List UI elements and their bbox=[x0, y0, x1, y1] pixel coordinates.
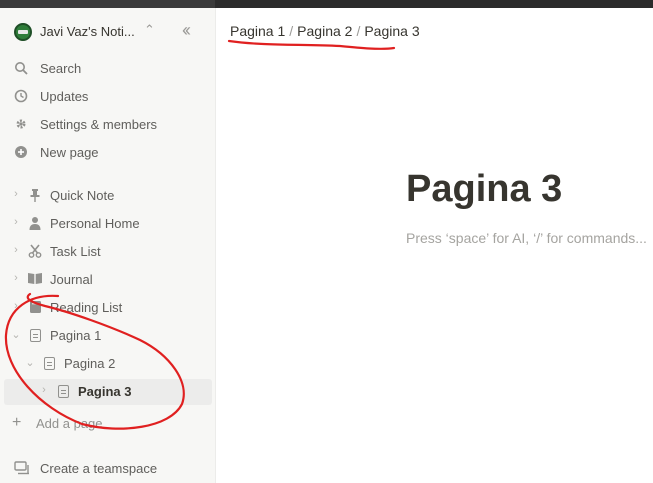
chevron-down-icon[interactable]: ⌄ bbox=[10, 328, 22, 341]
person-icon bbox=[27, 216, 43, 232]
nav-search-label: Search bbox=[40, 61, 82, 76]
create-teamspace-button[interactable]: Create a teamspace bbox=[0, 456, 216, 482]
search-icon bbox=[13, 61, 29, 77]
pin-icon bbox=[27, 188, 43, 204]
main-content: Pagina 1/Pagina 2/Pagina 3 Pagina 3 Pres… bbox=[216, 8, 653, 483]
sidebar-page-label: Pagina 2 bbox=[64, 356, 116, 371]
breadcrumb-separator: / bbox=[289, 23, 294, 39]
breadcrumb: Pagina 1/Pagina 2/Pagina 3 bbox=[230, 23, 420, 39]
document-icon bbox=[27, 328, 43, 344]
window-top-strip-left bbox=[0, 0, 215, 8]
plus-circle-icon bbox=[13, 145, 29, 161]
breadcrumb-pagina-1[interactable]: Pagina 1 bbox=[230, 23, 285, 39]
sidebar-page-pagina-2[interactable]: ⌄ Pagina 2 bbox=[0, 351, 216, 377]
sidebar-page-journal[interactable]: › Journal bbox=[0, 267, 216, 293]
sidebar-page-pagina-3[interactable]: › Pagina 3 bbox=[4, 379, 212, 405]
teamspace-icon bbox=[14, 461, 30, 475]
sidebar: Javi Vaz's Noti... ⌃ ‹‹ Search Updates S… bbox=[0, 8, 216, 483]
workspace-logo-icon bbox=[14, 23, 32, 41]
nav-updates-label: Updates bbox=[40, 89, 89, 104]
chevron-right-icon[interactable]: › bbox=[10, 300, 22, 312]
document-icon bbox=[55, 384, 71, 400]
chevron-right-icon[interactable]: › bbox=[10, 244, 22, 256]
nav-new-page-label: New page bbox=[40, 145, 99, 160]
sidebar-page-personal-home[interactable]: › Personal Home bbox=[0, 211, 216, 237]
sidebar-page-label: Pagina 1 bbox=[50, 328, 102, 343]
sidebar-page-label: Reading List bbox=[50, 300, 123, 315]
nav-settings[interactable]: Settings & members bbox=[0, 112, 216, 138]
workspace-name: Javi Vaz's Noti... bbox=[40, 24, 135, 39]
workspace-switcher[interactable]: Javi Vaz's Noti... ⌃ ‹‹ bbox=[0, 20, 216, 44]
nav-new-page[interactable]: New page bbox=[0, 140, 216, 166]
sidebar-page-label: Pagina 3 bbox=[78, 384, 132, 399]
chevron-right-icon[interactable]: › bbox=[10, 272, 22, 284]
nav-search[interactable]: Search bbox=[0, 56, 216, 82]
breadcrumb-pagina-2[interactable]: Pagina 2 bbox=[297, 23, 352, 39]
sidebar-page-label: Journal bbox=[50, 272, 93, 287]
clock-icon bbox=[13, 89, 29, 105]
sidebar-page-label: Quick Note bbox=[50, 188, 115, 203]
plus-icon: + bbox=[12, 414, 22, 431]
chevron-updown-icon: ⌃ bbox=[144, 22, 155, 37]
page-title[interactable]: Pagina 3 bbox=[406, 168, 562, 211]
bookmark-book-icon bbox=[27, 300, 43, 316]
collapse-sidebar-icon[interactable]: ‹‹ bbox=[182, 20, 191, 41]
chevron-right-icon[interactable]: › bbox=[10, 216, 22, 228]
sidebar-page-pagina-1[interactable]: ⌄ Pagina 1 bbox=[0, 323, 216, 349]
scissors-icon bbox=[27, 244, 43, 260]
document-icon bbox=[41, 356, 57, 372]
sidebar-page-reading-list[interactable]: › Reading List bbox=[0, 295, 216, 321]
nav-updates[interactable]: Updates bbox=[0, 84, 216, 110]
sidebar-page-label: Task List bbox=[50, 244, 101, 259]
editor-placeholder[interactable]: Press ‘space’ for AI, ‘/’ for commands..… bbox=[406, 230, 647, 246]
chevron-right-icon[interactable]: › bbox=[10, 188, 22, 200]
add-page-label: Add a page bbox=[36, 416, 103, 431]
breadcrumb-pagina-3[interactable]: Pagina 3 bbox=[364, 23, 419, 39]
chevron-down-icon[interactable]: ⌄ bbox=[24, 356, 36, 369]
gear-icon bbox=[13, 117, 29, 133]
nav-settings-label: Settings & members bbox=[40, 117, 158, 132]
create-teamspace-label: Create a teamspace bbox=[40, 461, 158, 476]
sidebar-page-task-list[interactable]: › Task List bbox=[0, 239, 216, 265]
breadcrumb-separator: / bbox=[356, 23, 361, 39]
sidebar-page-label: Personal Home bbox=[50, 216, 140, 231]
chevron-right-icon[interactable]: › bbox=[38, 384, 50, 396]
window-top-strip bbox=[0, 0, 653, 8]
book-icon bbox=[27, 272, 43, 288]
sidebar-page-quick-note[interactable]: › Quick Note bbox=[0, 183, 216, 209]
add-page-button[interactable]: + Add a page bbox=[0, 411, 216, 437]
